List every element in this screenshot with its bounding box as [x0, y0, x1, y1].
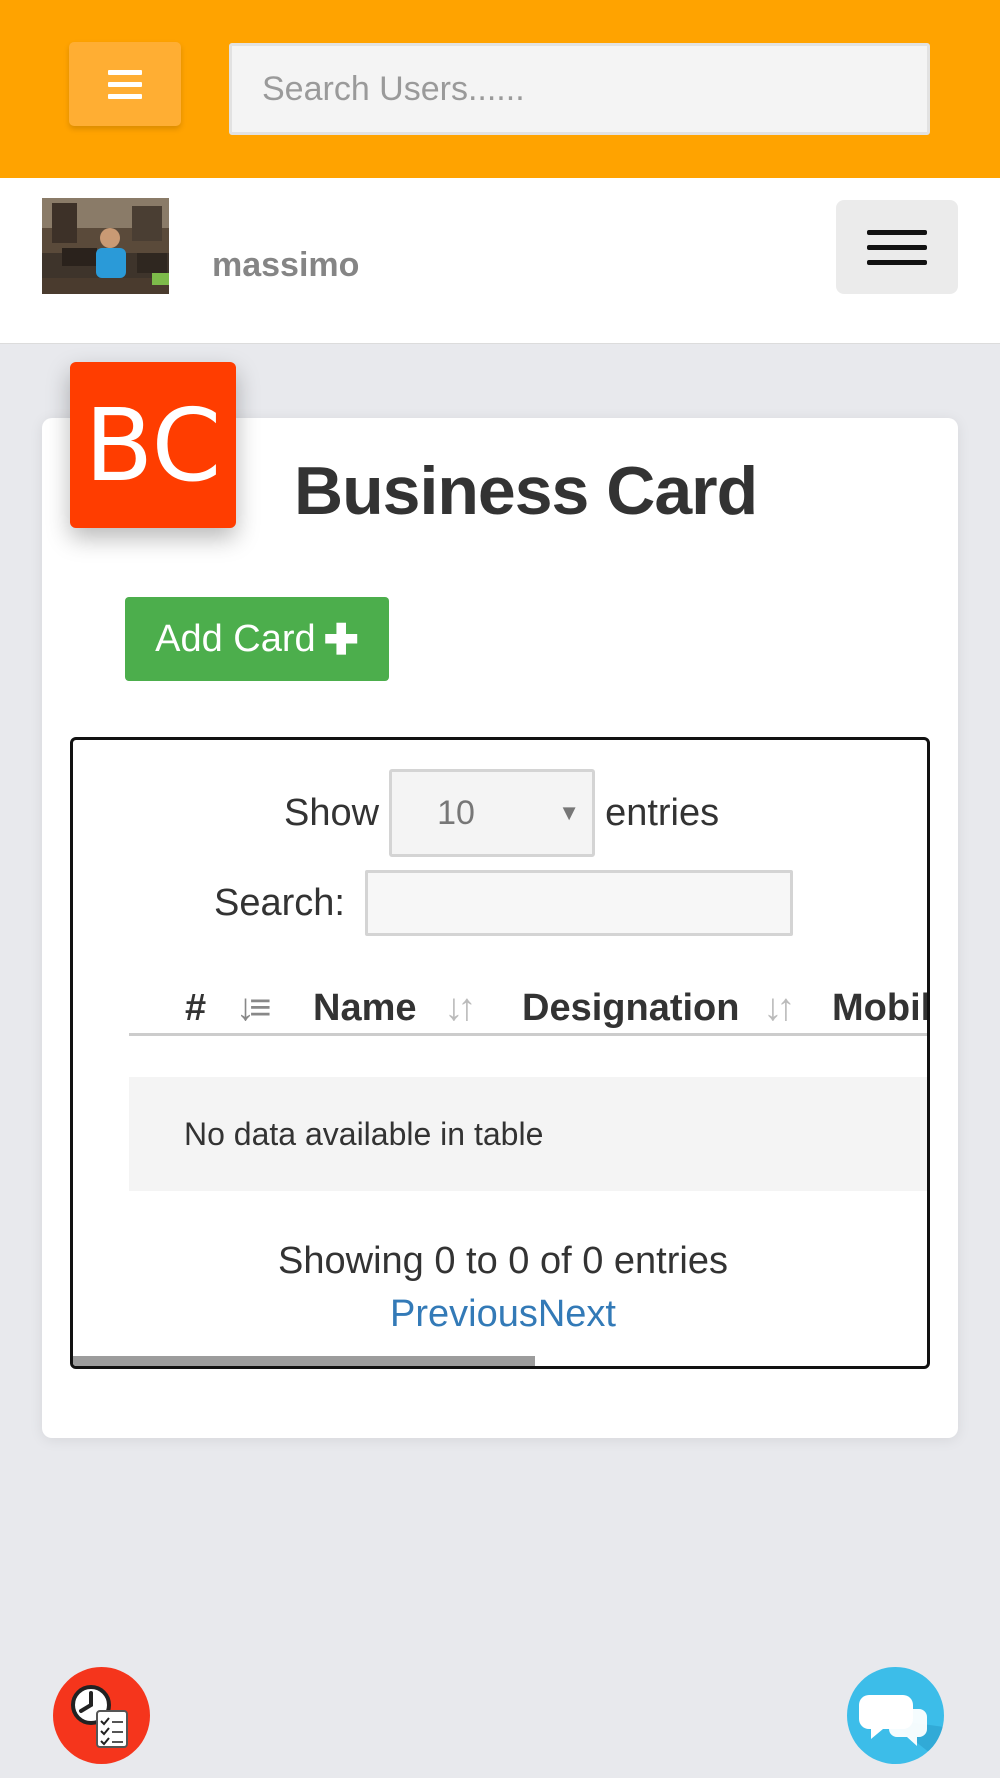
column-header-name[interactable]: Name ↓↑	[313, 980, 477, 1036]
avatar[interactable]	[42, 198, 169, 294]
column-header-number[interactable]: # ↓≡	[185, 980, 271, 1036]
show-label: Show	[284, 791, 380, 834]
empty-message: No data available in table	[184, 1115, 544, 1152]
chat-bubbles-icon	[859, 1695, 944, 1764]
page-length-select[interactable]: 10 ▼	[389, 769, 596, 857]
table-search-input[interactable]	[364, 870, 793, 936]
clock-checklist-icon	[70, 1684, 128, 1748]
caret-down-icon: ▼	[558, 800, 581, 825]
nav-toggle-button[interactable]	[836, 200, 958, 294]
next-button[interactable]: Next	[538, 1293, 616, 1336]
add-card-button[interactable]: Add Card ✚	[125, 597, 389, 681]
top-bar	[0, 0, 1000, 178]
profile-bar: massimo	[0, 178, 1000, 344]
page-title: Business Card	[294, 453, 758, 529]
page-length-control: Show 10 ▼ entries	[284, 769, 719, 857]
menu-button[interactable]	[69, 42, 181, 126]
username[interactable]: massimo	[212, 246, 359, 285]
table-info: Showing 0 to 0 of 0 entries	[278, 1240, 728, 1282]
add-card-label: Add Card	[155, 617, 316, 660]
task-fab-button[interactable]	[53, 1667, 150, 1764]
column-label: Designation	[522, 986, 740, 1029]
column-label: Name	[313, 986, 417, 1029]
chat-fab-button[interactable]	[847, 1667, 944, 1764]
sort-icon: ↓↑	[763, 986, 795, 1029]
column-label: #	[185, 986, 207, 1029]
entries-label: entries	[605, 791, 720, 834]
pagination: Previous Next	[73, 1293, 927, 1336]
page-length-value: 10	[437, 793, 475, 832]
datatable-wrapper: Show 10 ▼ entries Search: # ↓≡ Name ↓↑ D…	[70, 737, 930, 1369]
previous-button[interactable]: Previous	[390, 1293, 538, 1336]
table-search: Search:	[214, 870, 793, 936]
column-header-designation[interactable]: Designation ↓↑	[522, 980, 795, 1036]
search-users-input[interactable]	[229, 43, 930, 135]
empty-table-row: No data available in table	[129, 1077, 927, 1191]
sort-numeric-asc-icon: ↓≡	[236, 986, 271, 1029]
search-label: Search:	[214, 881, 345, 924]
column-label: Mobil	[832, 986, 930, 1029]
bc-badge-icon: BC	[70, 362, 236, 528]
sort-icon: ↓↑	[444, 986, 477, 1029]
hamburger-icon	[867, 229, 927, 235]
horizontal-scrollbar[interactable]	[73, 1356, 535, 1366]
plus-icon: ✚	[323, 615, 359, 663]
avatar-photo	[42, 198, 169, 294]
table-header-row: # ↓≡ Name ↓↑ Designation ↓↑ Mobil	[129, 980, 930, 1036]
hamburger-icon	[108, 69, 142, 75]
column-header-mobile[interactable]: Mobil	[832, 980, 930, 1036]
